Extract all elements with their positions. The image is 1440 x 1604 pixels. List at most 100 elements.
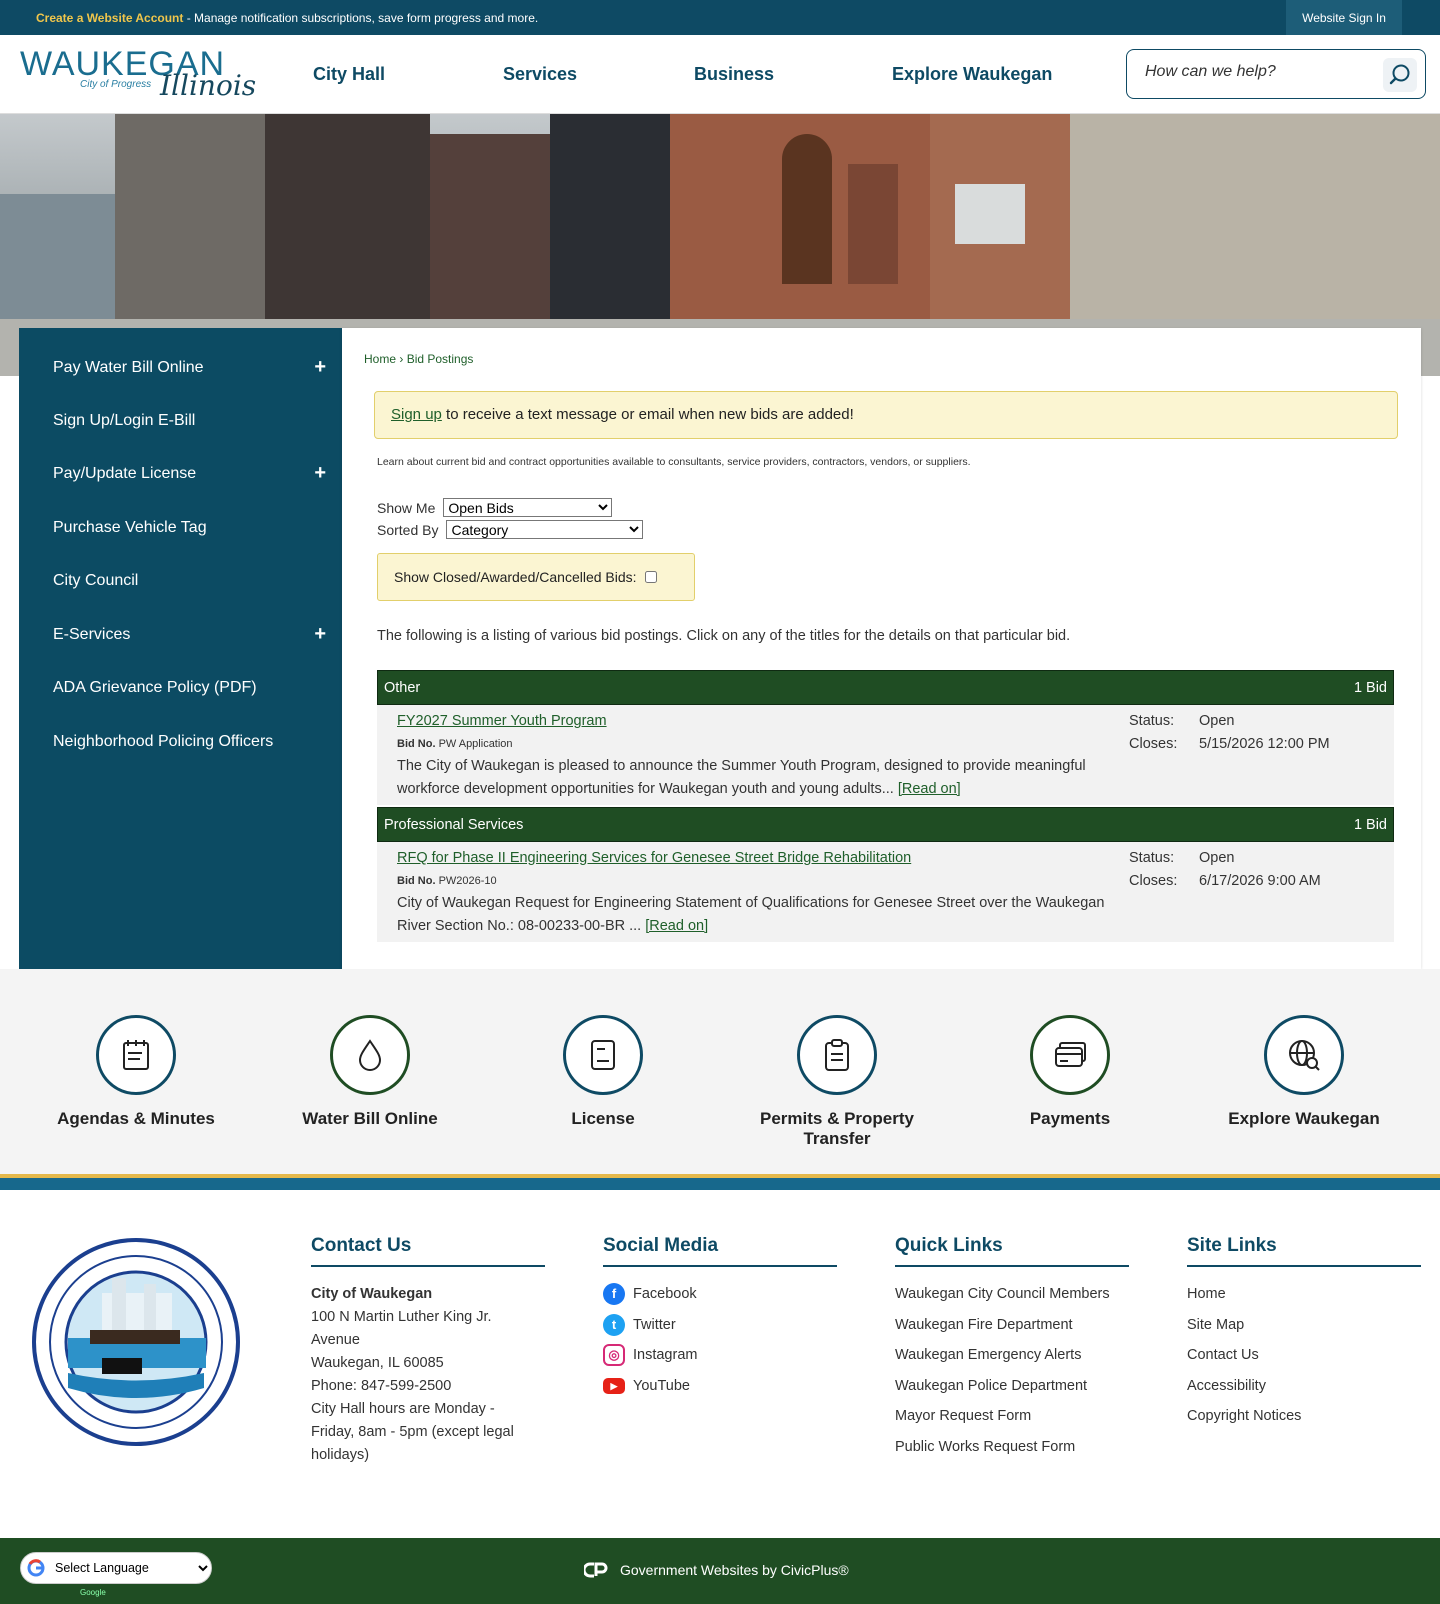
read-on-link[interactable]: [Read on]	[645, 918, 708, 934]
language-select[interactable]: Select Language	[51, 1560, 211, 1576]
quick-link-license[interactable]: License	[493, 1015, 713, 1129]
nav-explore-waukegan[interactable]: Explore Waukegan	[892, 35, 1052, 114]
show-me-select[interactable]: Open Bids	[443, 498, 613, 517]
language-selector[interactable]: Select Language	[20, 1552, 212, 1584]
facebook-link[interactable]: f Facebook	[603, 1283, 837, 1306]
sidebar-item-label: Purchase Vehicle Tag	[53, 519, 207, 536]
contact-line: Avenue	[311, 1332, 360, 1348]
twitter-icon: t	[603, 1313, 625, 1336]
contact-name: City of Waukegan	[311, 1286, 433, 1302]
closes-value: 5/15/2026 12:00 PM	[1199, 736, 1330, 752]
expand-plus-icon[interactable]: +	[314, 462, 326, 485]
quick-link-circle	[330, 1015, 410, 1095]
search-icon	[1389, 64, 1410, 85]
status-label: Status:	[1129, 713, 1175, 729]
globe-search-icon	[1289, 1040, 1320, 1071]
quick-link-payments[interactable]: Payments	[960, 1015, 1180, 1129]
quick-link-circle	[1030, 1015, 1110, 1095]
search-input[interactable]	[1145, 63, 1365, 81]
search-button[interactable]	[1383, 58, 1417, 92]
footer-link[interactable]: Waukegan Fire Department	[895, 1314, 1129, 1337]
sidebar-item-label: Sign Up/Login E-Bill	[53, 412, 196, 429]
footer-link[interactable]: Public Works Request Form	[895, 1436, 1129, 1459]
youtube-link[interactable]: ▶ YouTube	[603, 1375, 837, 1398]
sidebar-item-license[interactable]: Pay/Update License +	[19, 448, 342, 500]
show-closed-checkbox[interactable]	[644, 571, 657, 583]
bid-description: The City of Waukegan is pleased to annou…	[397, 755, 1127, 801]
bid-title-link[interactable]: FY2027 Summer Youth Program	[397, 713, 607, 729]
show-me-label: Show Me	[377, 499, 436, 516]
footer-link[interactable]: Accessibility	[1187, 1375, 1421, 1398]
sorted-by-select[interactable]: Category	[446, 520, 644, 539]
contact-phone: Phone: 847-599-2500	[311, 1378, 452, 1394]
quick-link-explore[interactable]: Explore Waukegan	[1194, 1015, 1414, 1129]
show-closed-box: Show Closed/Awarded/Cancelled Bids:	[377, 553, 695, 601]
status-value: Open	[1199, 713, 1235, 729]
sidebar-item-policing-officers[interactable]: Neighborhood Policing Officers	[19, 716, 342, 768]
clipboard-icon	[825, 1039, 849, 1071]
civicplus-link[interactable]: Government Websites by CivicPlus®	[584, 1562, 849, 1578]
sidebar-item-label: Pay/Update License	[53, 465, 197, 482]
breadcrumb-current-link[interactable]: Bid Postings	[407, 352, 474, 366]
twitter-link[interactable]: t Twitter	[603, 1313, 837, 1337]
category-header-professional-services: Professional Services 1 Bid	[377, 807, 1394, 842]
contact-details: City of Waukegan 100 N Martin Luther Kin…	[311, 1283, 545, 1467]
city-seal-logo	[32, 1238, 240, 1446]
bid-description: City of Waukegan Request for Engineering…	[397, 892, 1137, 938]
footer-link[interactable]: Site Map	[1187, 1314, 1421, 1337]
quick-links-heading: Quick Links	[895, 1235, 1129, 1267]
nav-services[interactable]: Services	[503, 35, 577, 114]
nav-city-hall[interactable]: City Hall	[313, 35, 385, 114]
sidebar-item-ada-policy[interactable]: ADA Grievance Policy (PDF)	[19, 662, 342, 714]
create-account-link[interactable]: Create a Website Account	[36, 11, 183, 25]
footer-contact-column: Contact Us City of Waukegan 100 N Martin…	[311, 1235, 545, 1467]
footer-link[interactable]: Mayor Request Form	[895, 1405, 1129, 1428]
quick-link-permits[interactable]: Permits & Property Transfer	[727, 1015, 947, 1149]
top-bar: Create a Website Account - Manage notifi…	[0, 0, 1440, 35]
read-on-link[interactable]: [Read on]	[898, 781, 961, 797]
category-count: 1 Bid	[1353, 816, 1387, 833]
contact-line: City Hall hours are Monday -	[311, 1401, 495, 1417]
footer-link[interactable]: Copyright Notices	[1187, 1405, 1421, 1428]
facebook-icon: f	[603, 1283, 625, 1306]
contact-line: holidays)	[311, 1447, 370, 1463]
footer-quick-links-column: Quick Links Waukegan City Council Member…	[895, 1235, 1129, 1466]
sidebar-item-e-services[interactable]: E-Services +	[19, 609, 342, 661]
footer-link[interactable]: Waukegan City Council Members	[895, 1283, 1129, 1306]
quick-link-water-bill[interactable]: Water Bill Online	[260, 1015, 480, 1129]
side-navigation: Pay Water Bill Online + Sign Up/Login E-B…	[19, 328, 342, 969]
footer-link[interactable]: Waukegan Police Department	[895, 1375, 1129, 1398]
sidebar-item-ebill[interactable]: Sign Up/Login E-Bill	[19, 395, 342, 447]
bid-title-link[interactable]: RFQ for Phase II Engineering Services fo…	[397, 850, 911, 866]
footer-link[interactable]: Contact Us	[1187, 1344, 1421, 1367]
site-search	[1126, 49, 1426, 99]
nav-business[interactable]: Business	[694, 35, 774, 114]
bid-description-text: City of Waukegan Request for Engineering…	[397, 895, 1105, 934]
quick-link-agendas-minutes[interactable]: Agendas & Minutes	[26, 1015, 246, 1129]
quick-links-bar: Agendas & Minutes Water Bill Online Lice…	[0, 969, 1440, 1176]
quick-link-label: License	[571, 1109, 635, 1128]
instagram-link[interactable]: ◎ Instagram	[603, 1344, 837, 1367]
waukegan-logo[interactable]: WAUKEGAN City of Progress Illinois	[20, 47, 256, 105]
contact-line: Waukegan, IL 60085	[311, 1355, 444, 1371]
footer-site-links-column: Site Links Home Site Map Contact Us Acce…	[1187, 1235, 1421, 1436]
footer-link[interactable]: Waukegan Emergency Alerts	[895, 1344, 1129, 1367]
breadcrumb-home-link[interactable]: Home	[364, 352, 396, 366]
footer-link[interactable]: Home	[1187, 1283, 1421, 1306]
sidebar-item-pay-water-bill[interactable]: Pay Water Bill Online +	[19, 342, 342, 394]
bid-item: RFQ for Phase II Engineering Services fo…	[377, 842, 1394, 942]
expand-plus-icon[interactable]: +	[314, 356, 326, 379]
sidebar-item-vehicle-tag[interactable]: Purchase Vehicle Tag	[19, 502, 342, 554]
sorted-by-filter: Sorted By Category	[377, 520, 644, 539]
status-label: Status:	[1129, 850, 1175, 866]
sidebar-item-city-council[interactable]: City Council	[19, 555, 342, 607]
contact-heading: Contact Us	[311, 1235, 545, 1267]
website-sign-in-button[interactable]: Website Sign In	[1286, 0, 1402, 35]
quick-link-label: Payments	[1029, 1109, 1111, 1128]
site-header: WAUKEGAN City of Progress Illinois City …	[0, 35, 1440, 114]
civicplus-icon	[584, 1562, 608, 1578]
expand-plus-icon[interactable]: +	[314, 623, 326, 646]
quick-link-label: Permits & Property Transfer	[760, 1109, 914, 1148]
sign-up-link[interactable]: Sign up	[391, 406, 442, 423]
closes-label: Closes:	[1129, 873, 1178, 889]
